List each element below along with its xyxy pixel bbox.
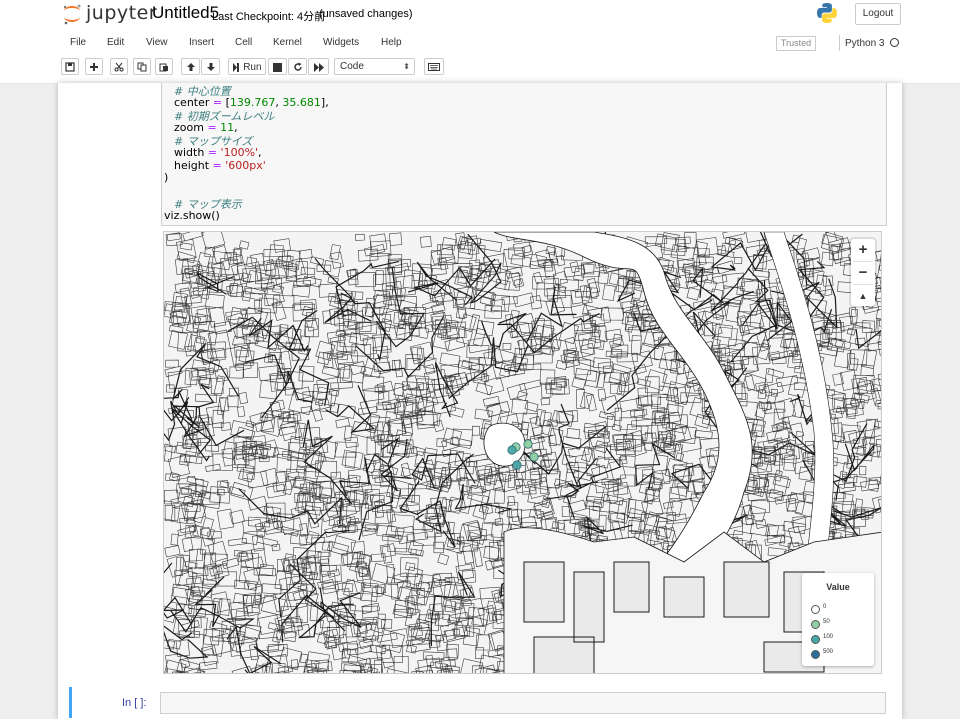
compass-button[interactable]: ▲ (851, 285, 875, 307)
zoom-in-button[interactable]: + (851, 239, 875, 261)
save-status: (unsaved changes) (319, 8, 413, 20)
data-point-marker[interactable] (512, 460, 522, 470)
kernel-name: Python 3 (845, 38, 885, 49)
arrow-down-icon (206, 63, 215, 72)
legend-swatch (811, 635, 820, 644)
code-line: viz.show() (164, 209, 220, 222)
notebook-header: jupyter Untitled5 Last Checkpoint: 4分前 (… (0, 0, 960, 84)
zoom-out-button[interactable]: − (851, 262, 875, 284)
menu-widgets[interactable]: Widgets (323, 37, 359, 48)
code-line: height = '600px' (174, 159, 266, 172)
menu-kernel[interactable]: Kernel (273, 37, 302, 48)
code-text: viz.show() (164, 209, 220, 222)
code-line: width = '100%', (174, 146, 262, 159)
map-zoom-control: + − ▲ (851, 239, 875, 306)
code-punct: ], (320, 95, 329, 109)
restart-button[interactable] (288, 58, 307, 75)
insert-cell-button[interactable] (85, 58, 103, 75)
code-text: ) (164, 171, 169, 185)
cut-button[interactable] (110, 58, 128, 75)
trusted-indicator[interactable]: Trusted (776, 36, 816, 51)
run-icon (233, 62, 240, 72)
jupyter-logo-text: jupyter (86, 2, 158, 24)
code-number: 35.681 (282, 95, 321, 109)
paste-button[interactable] (155, 58, 173, 75)
restart-icon (293, 62, 302, 72)
code-variable: height (174, 158, 210, 172)
cell-type-select[interactable]: Code ⬍ (334, 58, 415, 75)
cell-prompt: In [ ]: (122, 697, 147, 709)
kernel-idle-icon (890, 38, 899, 47)
map-canvas[interactable] (164, 232, 882, 674)
cell-input[interactable] (160, 692, 886, 714)
code-line: ) (164, 171, 168, 184)
kernel-divider (839, 35, 840, 51)
data-point-marker[interactable] (529, 452, 539, 462)
code-operator: = (203, 120, 221, 134)
legend-swatch (811, 605, 820, 614)
code-string: '100%' (220, 146, 259, 159)
legend-label: 100 (823, 634, 834, 640)
code-line: zoom = 11, (174, 121, 238, 134)
menu-file[interactable]: File (70, 37, 86, 48)
copy-button[interactable] (133, 58, 151, 75)
python-logo-icon (817, 3, 837, 23)
menu-help[interactable]: Help (381, 37, 402, 48)
logout-button[interactable]: Logout (855, 3, 901, 25)
code-operator: = (209, 95, 226, 109)
copy-icon (137, 62, 147, 72)
legend-swatch (811, 620, 820, 629)
code-variable: center (174, 95, 210, 109)
code-variable: width (174, 146, 205, 159)
legend-label: 0 (823, 604, 827, 610)
code-variable: zoom (174, 120, 204, 134)
notebook-name[interactable]: Untitled5 (152, 3, 219, 23)
run-label: Run (243, 62, 262, 73)
save-icon (65, 62, 75, 72)
menu-view[interactable]: View (146, 37, 168, 48)
run-button[interactable]: Run (228, 58, 266, 75)
data-point-marker[interactable] (507, 445, 517, 455)
stop-icon (273, 62, 282, 72)
code-operator: = (204, 146, 221, 159)
cut-icon (114, 63, 124, 72)
menu-edit[interactable]: Edit (107, 37, 124, 48)
arrow-up-icon (186, 63, 195, 72)
code-string: '600px' (225, 158, 266, 172)
move-up-button[interactable] (181, 58, 200, 75)
compass-icon: ▲ (858, 291, 868, 301)
code-operator: = (209, 158, 226, 172)
map-legend: Value 0 50 100 500 (802, 573, 874, 666)
paste-icon (159, 63, 168, 72)
last-checkpoint: Last Checkpoint: 4分前 (212, 11, 326, 23)
code-line: center = [139.767, 35.681], (174, 96, 329, 109)
map-output[interactable] (163, 231, 882, 674)
code-punct: , (234, 120, 238, 134)
legend-label: 50 (823, 619, 830, 625)
command-palette-button[interactable] (424, 58, 444, 75)
code-number: 11 (220, 120, 235, 134)
legend-title: Value (826, 582, 850, 592)
legend-swatch (811, 650, 820, 659)
restart-run-all-button[interactable] (308, 58, 329, 75)
save-button[interactable] (61, 58, 79, 75)
keyboard-icon (428, 63, 440, 72)
jupyter-logo[interactable]: jupyter (60, 2, 157, 26)
menu-insert[interactable]: Insert (189, 37, 214, 48)
plus-icon (90, 63, 98, 72)
move-down-button[interactable] (201, 58, 220, 75)
code-punct: , (258, 146, 262, 159)
cell-type-value: Code (340, 61, 364, 72)
chevron-updown-icon: ⬍ (403, 62, 410, 71)
code-number: 139.767 (229, 95, 276, 109)
jupyter-logo-icon (63, 4, 81, 25)
menu-cell[interactable]: Cell (235, 37, 252, 48)
legend-label: 500 (823, 649, 834, 655)
fast-forward-icon (313, 62, 324, 72)
data-point-marker[interactable] (523, 439, 533, 449)
interrupt-button[interactable] (268, 58, 287, 75)
